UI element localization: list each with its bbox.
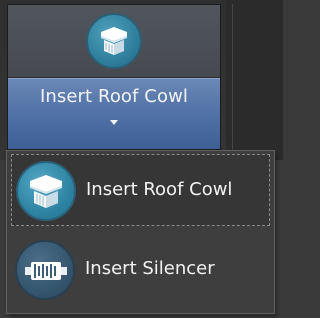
insert-roof-cowl-split-button[interactable]: Insert Roof Cowl	[7, 4, 221, 150]
menu-item-label: Insert Silencer	[85, 258, 215, 279]
ribbon-adjacent-area	[226, 0, 283, 160]
split-button-label: Insert Roof Cowl	[39, 86, 189, 107]
menu-item-insert-roof-cowl[interactable]: Insert Roof Cowl	[11, 154, 270, 226]
silencer-icon	[15, 240, 75, 300]
dropdown-menu: Insert Roof Cowl Insert Silencer	[6, 150, 275, 314]
caret-down-icon	[110, 120, 118, 125]
roof-cowl-icon	[16, 161, 76, 221]
split-button-dropdown[interactable]: Insert Roof Cowl	[8, 78, 220, 149]
menu-item-insert-silencer[interactable]: Insert Silencer	[11, 234, 270, 306]
split-button-main[interactable]	[8, 5, 220, 78]
menu-item-label: Insert Roof Cowl	[86, 179, 233, 200]
ribbon-dropdown-screen: Insert Roof Cowl Insert Roof Cowl Insert…	[0, 0, 283, 318]
ribbon-separator	[232, 4, 233, 154]
roof-cowl-icon	[86, 13, 142, 69]
